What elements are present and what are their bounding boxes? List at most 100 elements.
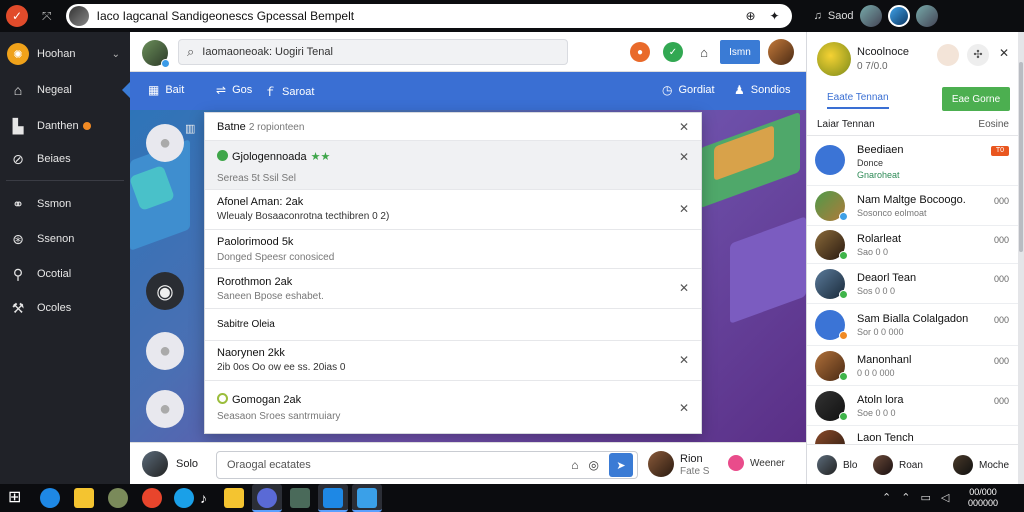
controller-icon[interactable]: ⊕ bbox=[745, 9, 755, 23]
active-app-icon[interactable] bbox=[252, 484, 282, 512]
list-item[interactable]: Paolorimood 5k Donged Speesr conosiced bbox=[205, 230, 701, 269]
close-icon[interactable]: ✕ bbox=[679, 353, 689, 367]
folder-icon[interactable] bbox=[74, 488, 94, 508]
friend-row[interactable]: Laon Tench bbox=[807, 426, 1019, 444]
user-label[interactable]: Saod bbox=[828, 10, 854, 22]
player-avatar[interactable]: ● bbox=[146, 390, 184, 428]
active-app-icon[interactable] bbox=[318, 484, 348, 512]
network-icon[interactable]: ⌃ bbox=[901, 491, 910, 504]
list-item[interactable]: Rorothmon 2ak Saneen Bpose eshabet. ✕ bbox=[205, 269, 701, 309]
list-header-right[interactable]: Eosine bbox=[978, 119, 1009, 130]
friend-avatar[interactable] bbox=[915, 5, 938, 27]
player-avatar[interactable]: ● bbox=[146, 124, 184, 162]
list-item[interactable]: Afonel Aman: 2ak Wleualy Bosaaconrotna t… bbox=[205, 190, 701, 230]
list-item[interactable]: Gomogan 2ak Seasaon Sroes santrmuiary ✕ bbox=[205, 381, 701, 433]
monitor-icon[interactable]: ▭ bbox=[920, 491, 930, 504]
profile-avatar[interactable] bbox=[887, 5, 910, 27]
close-icon[interactable]: ✕ bbox=[679, 202, 689, 216]
list-item[interactable]: Gjologennoada ★★ Sereas 5t Ssil Sel ✕ bbox=[205, 141, 701, 190]
close-icon[interactable]: ✕ bbox=[679, 150, 689, 164]
search-input[interactable]: ⌕ Iaomaoneoak: Uogiri Tenal bbox=[178, 39, 568, 65]
sidebar-item-tools[interactable]: ⚒ Ocoles bbox=[0, 293, 130, 323]
friend-name: Rion bbox=[680, 453, 703, 465]
volume-icon[interactable]: ◁ bbox=[941, 491, 949, 504]
close-icon[interactable]: ✕ bbox=[679, 120, 689, 134]
friend-row[interactable]: Sam Bialla Colalgadon Sor 0 0 000 000 bbox=[807, 304, 1019, 346]
friend-row[interactable]: Rolarleat Sao 0 0 000 bbox=[807, 226, 1019, 264]
list-item[interactable]: Batne 2 ropionteen ✕ bbox=[205, 113, 701, 141]
close-icon[interactable]: ✕ bbox=[679, 281, 689, 295]
nav-item-gordiat[interactable]: ◷ Gordiat bbox=[662, 83, 715, 97]
audio-icon[interactable]: ♪ bbox=[200, 488, 220, 508]
info-icon: ｆ bbox=[264, 85, 277, 99]
sidebar-item-person[interactable]: ⚲ Ocotial bbox=[0, 259, 130, 289]
list-item[interactable]: Naorynen 2kk 2ib 0os Oo ow ee ss. 20ias … bbox=[205, 341, 701, 381]
edge-icon[interactable] bbox=[174, 488, 194, 508]
add-friend-button[interactable]: Eae Gorne bbox=[942, 87, 1010, 111]
nav-item-gos[interactable]: ⇌ Gos bbox=[216, 83, 252, 97]
player-avatar[interactable]: ● bbox=[146, 332, 184, 370]
group-avatar[interactable] bbox=[817, 42, 851, 76]
status-dot bbox=[839, 290, 848, 299]
chrome-icon[interactable] bbox=[142, 488, 162, 508]
friend-row[interactable]: Manonhanl 0 0 0 000 000 bbox=[807, 346, 1019, 386]
pin-icon[interactable]: ⤧ bbox=[42, 9, 52, 24]
user-avatar[interactable] bbox=[859, 5, 882, 27]
browser-icon[interactable] bbox=[40, 488, 60, 508]
files-icon[interactable] bbox=[224, 488, 244, 508]
online-icon[interactable]: ✓ bbox=[663, 42, 683, 62]
chevron-down-icon[interactable]: ⌄ bbox=[112, 49, 120, 60]
send-button[interactable]: ➤ bbox=[609, 453, 633, 477]
scrollbar-thumb[interactable] bbox=[1019, 62, 1023, 252]
user-avatar[interactable] bbox=[768, 39, 794, 65]
panel-footer: Blo Roan Moche bbox=[807, 444, 1019, 484]
avatar[interactable] bbox=[142, 451, 168, 477]
friend-row[interactable]: Deaorl Tean Sos 0 0 0 000 bbox=[807, 264, 1019, 304]
record-icon[interactable]: ● bbox=[630, 42, 650, 62]
scrollbar[interactable] bbox=[1018, 32, 1024, 484]
avatar[interactable] bbox=[873, 455, 893, 475]
nav-item-sondios[interactable]: ♟ Sondios bbox=[734, 83, 791, 97]
sidebar-item-globe[interactable]: ⊛ Ssenon bbox=[0, 224, 130, 254]
emoji-icon[interactable] bbox=[937, 44, 959, 66]
nav-item-bait[interactable]: ▦ Bait bbox=[148, 83, 184, 97]
tab-friends[interactable]: Eaate Tennan bbox=[827, 92, 889, 109]
friends-panel: Ncoolnoce 0 7/0.0 ✣ ✕ Eaate Tennan Eae G… bbox=[806, 32, 1019, 484]
list-item[interactable]: Sabitre Oleia bbox=[205, 309, 701, 341]
friend-row[interactable]: Beediaen Donce Gnaroheat T0 bbox=[807, 136, 1019, 186]
title-avatar[interactable] bbox=[68, 6, 89, 26]
emoji-icon[interactable]: ◎ bbox=[589, 458, 599, 472]
avatar[interactable] bbox=[953, 455, 973, 475]
close-icon[interactable]: ✕ bbox=[999, 46, 1009, 60]
sidebar-item-search[interactable]: ⊘ Beiaes bbox=[0, 144, 130, 174]
avatar[interactable] bbox=[817, 455, 837, 475]
rating-stars: ★★ bbox=[310, 151, 331, 163]
nav-item-saroat[interactable]: ｆ Saroat bbox=[264, 83, 314, 100]
clock[interactable]: 00/000 000000 bbox=[968, 487, 998, 509]
friend-row[interactable]: Atoln lora Soe 0 0 0 000 bbox=[807, 386, 1019, 426]
star-icon[interactable]: ✦ bbox=[770, 9, 780, 23]
friend-row[interactable]: Nam Maltge Bocoogo. Sosonco eolmoat 000 bbox=[807, 186, 1019, 226]
avatar[interactable] bbox=[142, 40, 170, 68]
toolbar-button[interactable]: Ismn bbox=[720, 40, 760, 64]
active-app-icon[interactable] bbox=[352, 484, 382, 512]
chevron-up-icon[interactable]: ⌃ bbox=[882, 491, 891, 504]
message-input[interactable]: Oraogal ecatates ⌂ ◎ ➤ bbox=[216, 451, 638, 479]
gift-icon[interactable]: ⌂ bbox=[571, 458, 578, 472]
friend-avatar[interactable] bbox=[648, 451, 674, 477]
app-icon[interactable] bbox=[108, 488, 128, 508]
sidebar-item-brand[interactable]: ✺ Hoohan ⌄ bbox=[0, 39, 130, 69]
settings-icon[interactable]: ✣ bbox=[967, 44, 989, 66]
bell-icon[interactable]: ♫ bbox=[814, 10, 822, 22]
player-avatar[interactable]: ◉ bbox=[146, 272, 184, 310]
trash-icon[interactable]: ▥ bbox=[185, 122, 195, 135]
sidebar-item-home[interactable]: ⌂ Negeal bbox=[0, 75, 130, 105]
link-icon: ⚭ bbox=[12, 195, 24, 212]
close-icon[interactable]: ✕ bbox=[679, 401, 689, 415]
sidebar-item-store[interactable]: ▙ Danthen bbox=[0, 111, 130, 141]
start-icon[interactable]: ⊞ bbox=[8, 488, 28, 508]
app-icon[interactable] bbox=[290, 488, 310, 508]
app-logo-icon[interactable]: ✓ bbox=[6, 5, 28, 27]
home-icon[interactable]: ⌂ bbox=[694, 42, 714, 62]
sidebar-item-link[interactable]: ⚭ Ssmon bbox=[0, 189, 130, 219]
